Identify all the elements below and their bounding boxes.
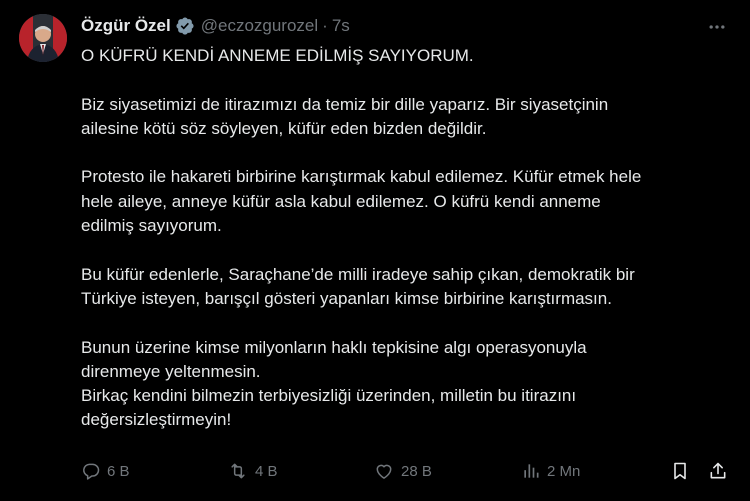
tweet-text: O KÜFRÜ KENDİ ANNEME EDİLMİŞ SAYIYORUM. …	[81, 44, 731, 433]
avatar-image	[19, 14, 67, 62]
like-button[interactable]: 28 B	[373, 459, 432, 483]
reply-count: 6 B	[107, 462, 130, 480]
tweet-header: Özgür Özel @eczozgurozel · 7s	[81, 14, 350, 38]
author-name[interactable]: Özgür Özel	[81, 16, 171, 36]
tweet-paragraph: Bu küfür edenlerle, Saraçhane’de milli i…	[81, 264, 635, 308]
bookmark-icon	[674, 462, 686, 480]
retweet-count: 4 B	[255, 462, 278, 480]
bookmark-button[interactable]	[670, 459, 690, 483]
more-dots-icon[interactable]	[706, 16, 728, 38]
tweet[interactable]: Özgür Özel @eczozgurozel · 7s O KÜFRÜ KE…	[0, 0, 750, 501]
separator-dot: ·	[322, 16, 328, 35]
views-count: 2 Mn	[547, 462, 581, 480]
reply-button[interactable]: 6 B	[81, 459, 130, 483]
retweet-icon	[231, 463, 245, 479]
views-button[interactable]: 2 Mn	[521, 459, 580, 483]
share-button[interactable]	[708, 459, 728, 483]
tweet-paragraph: Bunun üzerine kimse milyonların haklı te…	[81, 337, 587, 430]
heart-icon	[376, 464, 392, 479]
action-bar: 6 B 4 B 28 B 2 Mn	[81, 459, 731, 483]
avatar[interactable]	[19, 14, 67, 62]
like-count: 28 B	[401, 462, 432, 480]
author-handle[interactable]: @eczozgurozel	[201, 16, 318, 36]
views-chart-icon	[524, 464, 539, 478]
timestamp[interactable]: 7s	[332, 16, 350, 36]
verified-badge-icon	[175, 16, 195, 36]
share-icon	[710, 462, 726, 479]
tweet-paragraph: O KÜFRÜ KENDİ ANNEME EDİLMİŞ SAYIYORUM.	[81, 46, 474, 65]
tweet-paragraph: Protesto ile hakareti birbirine karıştır…	[81, 167, 642, 236]
retweet-button[interactable]: 4 B	[227, 459, 278, 483]
reply-icon	[83, 463, 100, 480]
tweet-paragraph: Biz siyasetimizi de itirazımızı da temiz…	[81, 94, 609, 138]
